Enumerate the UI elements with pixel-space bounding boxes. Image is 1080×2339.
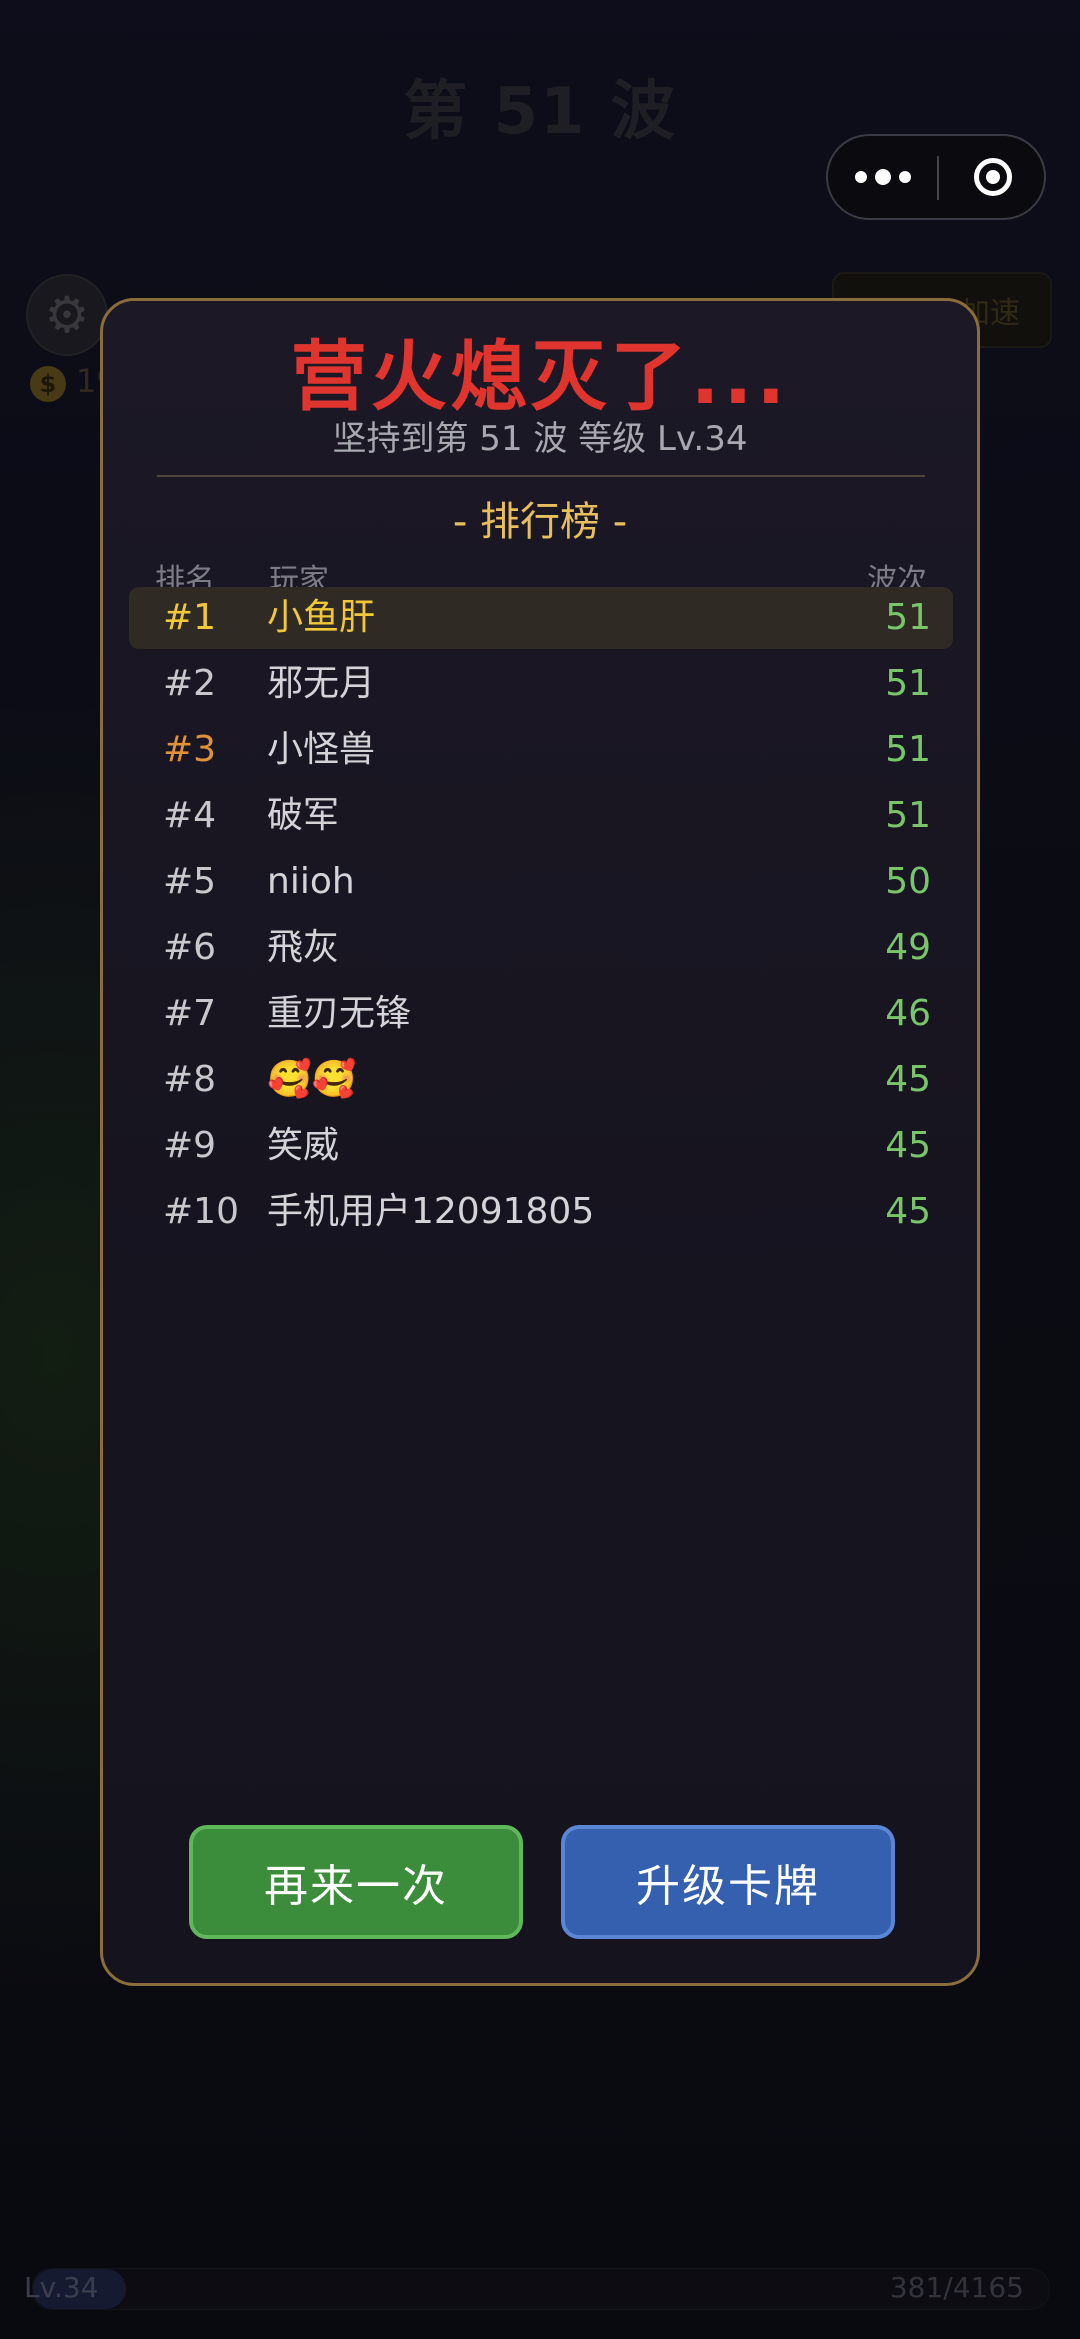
target-close-icon[interactable] xyxy=(939,136,1046,218)
rank: #4 xyxy=(163,795,217,836)
wave-count: 50 xyxy=(885,861,931,902)
player-name: 🥰🥰 xyxy=(267,1059,357,1100)
wave-count: 45 xyxy=(885,1059,931,1100)
wave-count: 45 xyxy=(885,1125,931,1166)
rank: #3 xyxy=(163,729,217,770)
wave-count: 46 xyxy=(885,993,931,1034)
wave-count: 51 xyxy=(885,597,931,638)
game-screen: 第 51 波 ⚙ $ 19 加速 Lv.34 381/4165 营火熄灭了...… xyxy=(0,0,1080,2339)
leaderboard-row: #3 小怪兽 51 xyxy=(129,719,953,785)
leaderboard-row: #1 小鱼肝 51 xyxy=(129,587,953,649)
retry-button[interactable]: 再来一次 xyxy=(189,1825,523,1939)
leaderboard-row: #10 手机用户12091805 45 xyxy=(129,1181,953,1247)
rank: #9 xyxy=(163,1125,217,1166)
player-name: 小鱼肝 xyxy=(267,597,376,638)
leaderboard-row: #9 笑威 45 xyxy=(129,1115,953,1181)
rank: #8 xyxy=(163,1059,217,1100)
leaderboard-title: - 排行榜 - xyxy=(452,499,628,545)
leaderboard-row: #5 niioh 50 xyxy=(129,851,953,917)
player-name: 小怪兽 xyxy=(267,729,376,770)
wave-count: 51 xyxy=(885,729,931,770)
result-summary: 坚持到第 51 波 等级 Lv.34 xyxy=(332,419,748,459)
divider xyxy=(157,475,925,477)
wave-count: 51 xyxy=(885,795,931,836)
rank: #2 xyxy=(163,663,217,704)
leaderboard-row: #2 邪无月 51 xyxy=(129,653,953,719)
player-name: 重刃无锋 xyxy=(267,993,412,1034)
rank: #10 xyxy=(163,1191,239,1232)
leaderboard-row: #7 重刃无锋 46 xyxy=(129,983,953,1049)
rank: #7 xyxy=(163,993,217,1034)
player-name: 手机用户12091805 xyxy=(267,1191,595,1232)
game-over-title: 营火熄灭了... xyxy=(290,332,790,421)
rank: #1 xyxy=(163,597,217,638)
rank: #5 xyxy=(163,861,217,902)
rank: #6 xyxy=(163,927,217,968)
player-name: 笑威 xyxy=(267,1125,340,1166)
leaderboard-row: #4 破军 51 xyxy=(129,785,953,851)
more-dots-icon[interactable] xyxy=(828,136,937,218)
player-name: 邪无月 xyxy=(267,663,376,704)
player-name: 破军 xyxy=(267,795,340,836)
leaderboard-list: #1 小鱼肝 51 #2 邪无月 51 #3 小怪兽 51 #4 破军 51 #… xyxy=(129,587,953,1247)
upgrade-cards-button[interactable]: 升级卡牌 xyxy=(561,1825,895,1939)
game-over-dialog: 营火熄灭了... 坚持到第 51 波 等级 Lv.34 - 排行榜 - 排名 玩… xyxy=(100,298,980,1986)
mini-program-capsule xyxy=(826,134,1046,220)
wave-count: 51 xyxy=(885,663,931,704)
wave-count: 49 xyxy=(885,927,931,968)
leaderboard-row: #8 🥰🥰 45 xyxy=(129,1049,953,1115)
leaderboard-row: #6 飛灰 49 xyxy=(129,917,953,983)
player-name: niioh xyxy=(267,861,355,902)
wave-count: 45 xyxy=(885,1191,931,1232)
player-name: 飛灰 xyxy=(267,927,340,968)
